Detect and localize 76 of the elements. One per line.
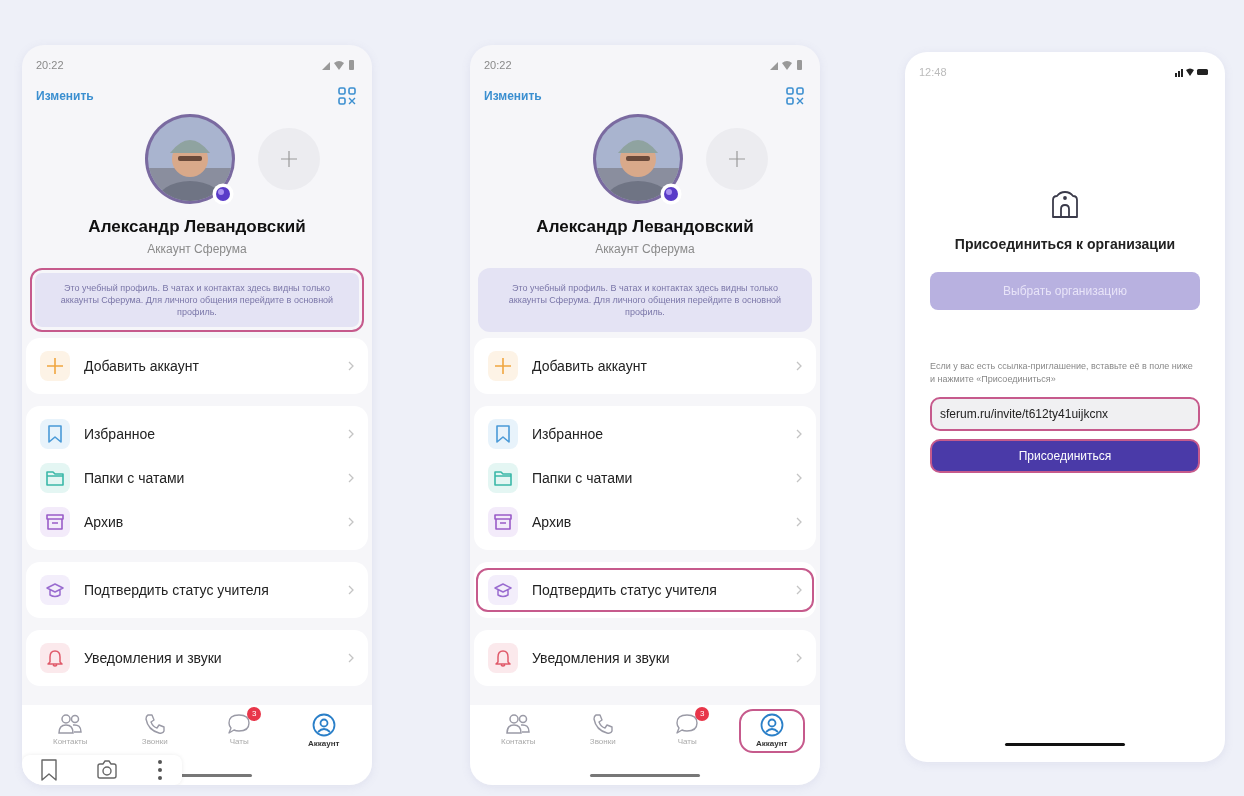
unread-badge: 3 [247,707,262,721]
account-type: Аккаунт Сферума [146,242,248,256]
chat-bubble-icon [227,713,252,735]
archive-icon [46,513,64,532]
invite-link-field[interactable]: sferum.ru/invite/t612ty41uijkcnx [930,397,1200,432]
phone-icon [143,713,166,735]
tab[interactable]: Аккаунт [290,709,357,753]
chevron-icon [796,653,802,664]
bell-icon [495,649,511,668]
menu-item[interactable]: Добавить аккаунт [476,344,814,389]
menu-item[interactable]: Уведомления и звуки [476,636,814,681]
menu-item[interactable]: Уведомления и звуки [28,636,366,681]
menu-item[interactable]: Архив [476,500,814,545]
plus-icon [494,357,512,376]
menu-item[interactable]: Избранное [28,412,366,457]
chevron-icon [348,473,354,484]
bookmark-icon[interactable] [41,759,58,781]
chat-bubble-icon [675,713,700,735]
menu-item[interactable]: Архив [28,500,366,545]
people-icon [506,713,531,735]
menu-item[interactable]: Подтвердить статус учителя [28,568,366,613]
qr-code-icon[interactable] [338,87,356,105]
notice-text: Это учебный профиль. В чатах и контактах здесь видны только аккаунты Сферума. Для личного общения перейдите в основной профиль. [30,268,364,333]
people-icon [58,713,83,735]
chevron-icon [348,585,354,596]
archive-icon [494,513,512,532]
menu-item[interactable]: Папки с чатами [476,456,814,501]
graduation-cap-icon [46,582,64,599]
notice-text: Это учебный профиль. В чатах и контактах здесь видны только аккаунты Сферума. Для личного общения перейдите в основной профиль. [478,268,812,333]
more-icon[interactable] [156,759,163,781]
bookmark-icon [47,425,63,444]
folder-icon [494,470,512,487]
building-icon [1050,190,1080,220]
profile-name: Александр Левандовский [535,217,755,237]
status-time: 20:22 [484,59,512,71]
status-time: 12:48 [919,66,947,78]
status-badge-icon [660,183,682,205]
phone-icon [591,713,614,735]
profile-icon [311,713,336,737]
tab[interactable]: 3 Чаты [206,709,273,753]
chevron-icon [348,517,354,528]
folder-icon [46,470,64,487]
plus-icon [729,151,745,167]
screen-title: Присоединиться к организации [954,236,1176,252]
chevron-icon [348,361,354,372]
tab[interactable]: Аккаунт [738,709,805,753]
status-time: 20:22 [36,59,64,71]
bell-icon [47,649,63,668]
menu-item[interactable]: Добавить аккаунт [28,344,366,389]
chevron-icon [796,473,802,484]
chevron-icon [796,361,802,372]
status-icons [770,60,804,70]
chevron-icon [796,585,802,596]
graduation-cap-icon [494,582,512,599]
menu-item[interactable]: Подтвердить статус учителя [476,568,814,613]
plus-icon [46,357,64,376]
chevron-icon [348,429,354,440]
account-type: Аккаунт Сферума [594,242,696,256]
bookmark-icon [495,425,511,444]
status-icons [1175,67,1209,77]
chevron-icon [796,517,802,528]
join-button[interactable]: Присоединиться [930,439,1200,474]
status-icons [322,60,356,70]
menu-item[interactable]: Избранное [476,412,814,457]
unread-badge: 3 [695,707,710,721]
status-badge-icon [212,183,234,205]
menu-item[interactable]: Папки с чатами [28,456,366,501]
chevron-icon [348,653,354,664]
plus-icon [281,151,297,167]
profile-name: Александр Левандовский [87,217,307,237]
qr-code-icon[interactable] [786,87,804,105]
chevron-icon [796,429,802,440]
invite-hint: Если у вас есть ссылка-приглашение, вставьте её в поле ниже и нажмите «Присоединиться» [930,360,1194,386]
tab[interactable]: 3 Чаты [654,709,721,753]
camera-search-icon[interactable] [96,759,118,781]
profile-icon [759,713,784,737]
